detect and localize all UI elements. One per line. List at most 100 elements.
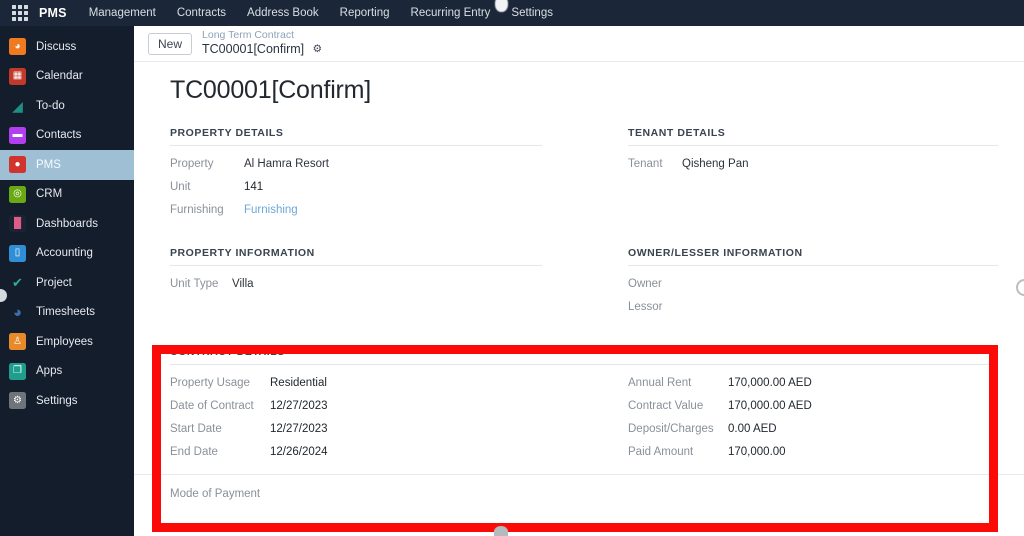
- group-property-details: PROPERTY DETAILS Property Al Hamra Resor…: [170, 127, 584, 227]
- field-tenant: Tenant Qisheng Pan: [628, 158, 998, 170]
- nav-item-address-book[interactable]: Address Book: [247, 7, 319, 19]
- field-contract-value: Contract Value 170,000.00 AED: [628, 400, 998, 412]
- field-label: End Date: [170, 446, 218, 458]
- sidebar-item-contacts[interactable]: ▬ Contacts: [0, 121, 134, 151]
- nav-brand[interactable]: PMS: [39, 6, 67, 20]
- sidebar-item-label: Settings: [36, 394, 78, 407]
- page-title: TC00001[Confirm]: [170, 76, 372, 104]
- group-row-1: PROPERTY DETAILS Property Al Hamra Resor…: [134, 127, 1024, 227]
- sidebar-item-label: To-do: [36, 99, 65, 112]
- field-label: Unit Type: [170, 278, 219, 290]
- breadcrumb-parent[interactable]: Long Term Contract: [202, 29, 322, 41]
- settings-icon: ⚙: [9, 392, 26, 410]
- field-value-link[interactable]: Furnishing: [244, 204, 298, 216]
- sidebar-item-timesheets[interactable]: ◕ Timesheets: [0, 298, 134, 328]
- crm-icon: ◎: [9, 185, 26, 203]
- sidebar-item-discuss[interactable]: ◕ Discuss: [0, 32, 134, 62]
- field-value[interactable]: Qisheng Pan: [682, 158, 749, 170]
- sidebar-item-label: Contacts: [36, 129, 82, 142]
- form-sheet: TC00001[Confirm] PROPERTY DETAILS Proper…: [134, 62, 1024, 502]
- sidebar-item-label: Apps: [36, 365, 63, 378]
- sidebar-item-label: Calendar: [36, 70, 83, 83]
- field-mode-of-payment: Mode of Payment: [134, 474, 1024, 502]
- field-label: Mode of Payment: [170, 488, 261, 500]
- field-value[interactable]: 12/26/2024: [270, 446, 328, 458]
- group-property-information: PROPERTY INFORMATION Unit Type Villa: [170, 247, 584, 324]
- field-label: Annual Rent: [628, 377, 692, 389]
- new-button[interactable]: New: [148, 32, 193, 55]
- project-icon: ✔: [12, 275, 23, 291]
- nav-item-reporting[interactable]: Reporting: [340, 7, 390, 19]
- field-value[interactable]: 170,000.00 AED: [728, 400, 812, 412]
- group-title: CONTRACT DETAILS: [170, 346, 998, 365]
- field-label: Deposit/Charges: [628, 423, 714, 435]
- sidebar-item-label: PMS: [36, 158, 61, 171]
- group-tenant-details: TENANT DETAILS Tenant Qisheng Pan: [584, 127, 998, 227]
- nav-item-settings[interactable]: Settings: [511, 7, 553, 19]
- apps-grid-icon[interactable]: [12, 5, 28, 21]
- gear-icon[interactable]: ⚙: [313, 43, 322, 55]
- pms-icon: ●: [9, 156, 26, 174]
- field-label: Lessor: [628, 301, 663, 313]
- sidebar-item-label: Timesheets: [36, 306, 96, 319]
- sidebar-item-label: Project: [36, 276, 72, 289]
- calendar-icon: ▦: [9, 67, 26, 85]
- field-value[interactable]: 170,000.00 AED: [728, 377, 812, 389]
- field-date-of-contract: Date of Contract 12/27/2023: [170, 400, 542, 412]
- field-value[interactable]: Villa: [232, 278, 254, 290]
- sidebar-item-employees[interactable]: ♙ Employees: [0, 327, 134, 357]
- field-label: Owner: [628, 278, 662, 290]
- field-value[interactable]: 12/27/2023: [270, 400, 328, 412]
- group-owner-lesser-information: OWNER/LESSER INFORMATION Owner Lessor: [584, 247, 998, 324]
- field-value[interactable]: Residential: [270, 377, 327, 389]
- todo-icon: ◢: [12, 97, 23, 114]
- nav-item-management[interactable]: Management: [89, 7, 156, 19]
- nav-item-recurring-entry[interactable]: Recurring Entry: [411, 7, 491, 19]
- field-label: Property: [170, 158, 214, 170]
- contract-right-column: Annual Rent 170,000.00 AED Contract Valu…: [584, 377, 998, 469]
- field-label: Paid Amount: [628, 446, 694, 458]
- field-label: Contract Value: [628, 400, 704, 412]
- field-owner: Owner: [628, 278, 998, 290]
- sidebar-item-apps[interactable]: ❐ Apps: [0, 357, 134, 387]
- field-label: Tenant: [628, 158, 663, 170]
- scroll-indicator: [494, 526, 508, 536]
- sidebar-item-to-do[interactable]: ◢ To-do: [0, 91, 134, 121]
- field-value[interactable]: 170,000.00: [728, 446, 786, 458]
- sidebar-item-label: CRM: [36, 188, 63, 201]
- breadcrumb-current: TC00001[Confirm]: [202, 41, 305, 56]
- contract-left-column: Property Usage Residential Date of Contr…: [170, 377, 584, 469]
- field-lessor: Lessor: [628, 301, 998, 313]
- contract-columns: Property Usage Residential Date of Contr…: [170, 377, 998, 469]
- nav-item-contracts[interactable]: Contracts: [177, 7, 226, 19]
- discuss-icon: ◕: [9, 38, 26, 56]
- group-title: TENANT DETAILS: [628, 127, 998, 146]
- field-label: Date of Contract: [170, 400, 254, 412]
- sidebar-item-label: Employees: [36, 335, 93, 348]
- sidebar-item-settings[interactable]: ⚙ Settings: [0, 386, 134, 416]
- field-end-date: End Date 12/26/2024: [170, 446, 542, 458]
- accounting-icon: ▯: [9, 244, 26, 262]
- group-title: PROPERTY DETAILS: [170, 127, 542, 146]
- field-label: Property Usage: [170, 377, 250, 389]
- field-value[interactable]: 12/27/2023: [270, 423, 328, 435]
- field-label: Start Date: [170, 423, 222, 435]
- sidebar-item-dashboards[interactable]: █ Dashboards: [0, 209, 134, 239]
- sidebar-item-calendar[interactable]: ▦ Calendar: [0, 62, 134, 92]
- group-title: OWNER/LESSER INFORMATION: [628, 247, 998, 266]
- sidebar-item-label: Accounting: [36, 247, 93, 260]
- contacts-icon: ▬: [9, 126, 26, 144]
- sidebar-item-project[interactable]: ✔ Project: [0, 268, 134, 298]
- field-value[interactable]: 0.00 AED: [728, 423, 777, 435]
- sidebar: ◕ Discuss ▦ Calendar ◢ To-do ▬ Contacts …: [0, 26, 134, 536]
- timesheets-icon: ◕: [12, 303, 23, 321]
- apps-icon: ❐: [9, 362, 26, 380]
- top-navbar: PMS Management Contracts Address Book Re…: [0, 0, 1024, 26]
- sidebar-item-pms[interactable]: ● PMS: [0, 150, 134, 180]
- field-property: Property Al Hamra Resort: [170, 158, 542, 170]
- sidebar-item-accounting[interactable]: ▯ Accounting: [0, 239, 134, 269]
- field-unit: Unit 141: [170, 181, 542, 193]
- sidebar-item-crm[interactable]: ◎ CRM: [0, 180, 134, 210]
- field-value[interactable]: 141: [244, 181, 263, 193]
- field-value[interactable]: Al Hamra Resort: [244, 158, 329, 170]
